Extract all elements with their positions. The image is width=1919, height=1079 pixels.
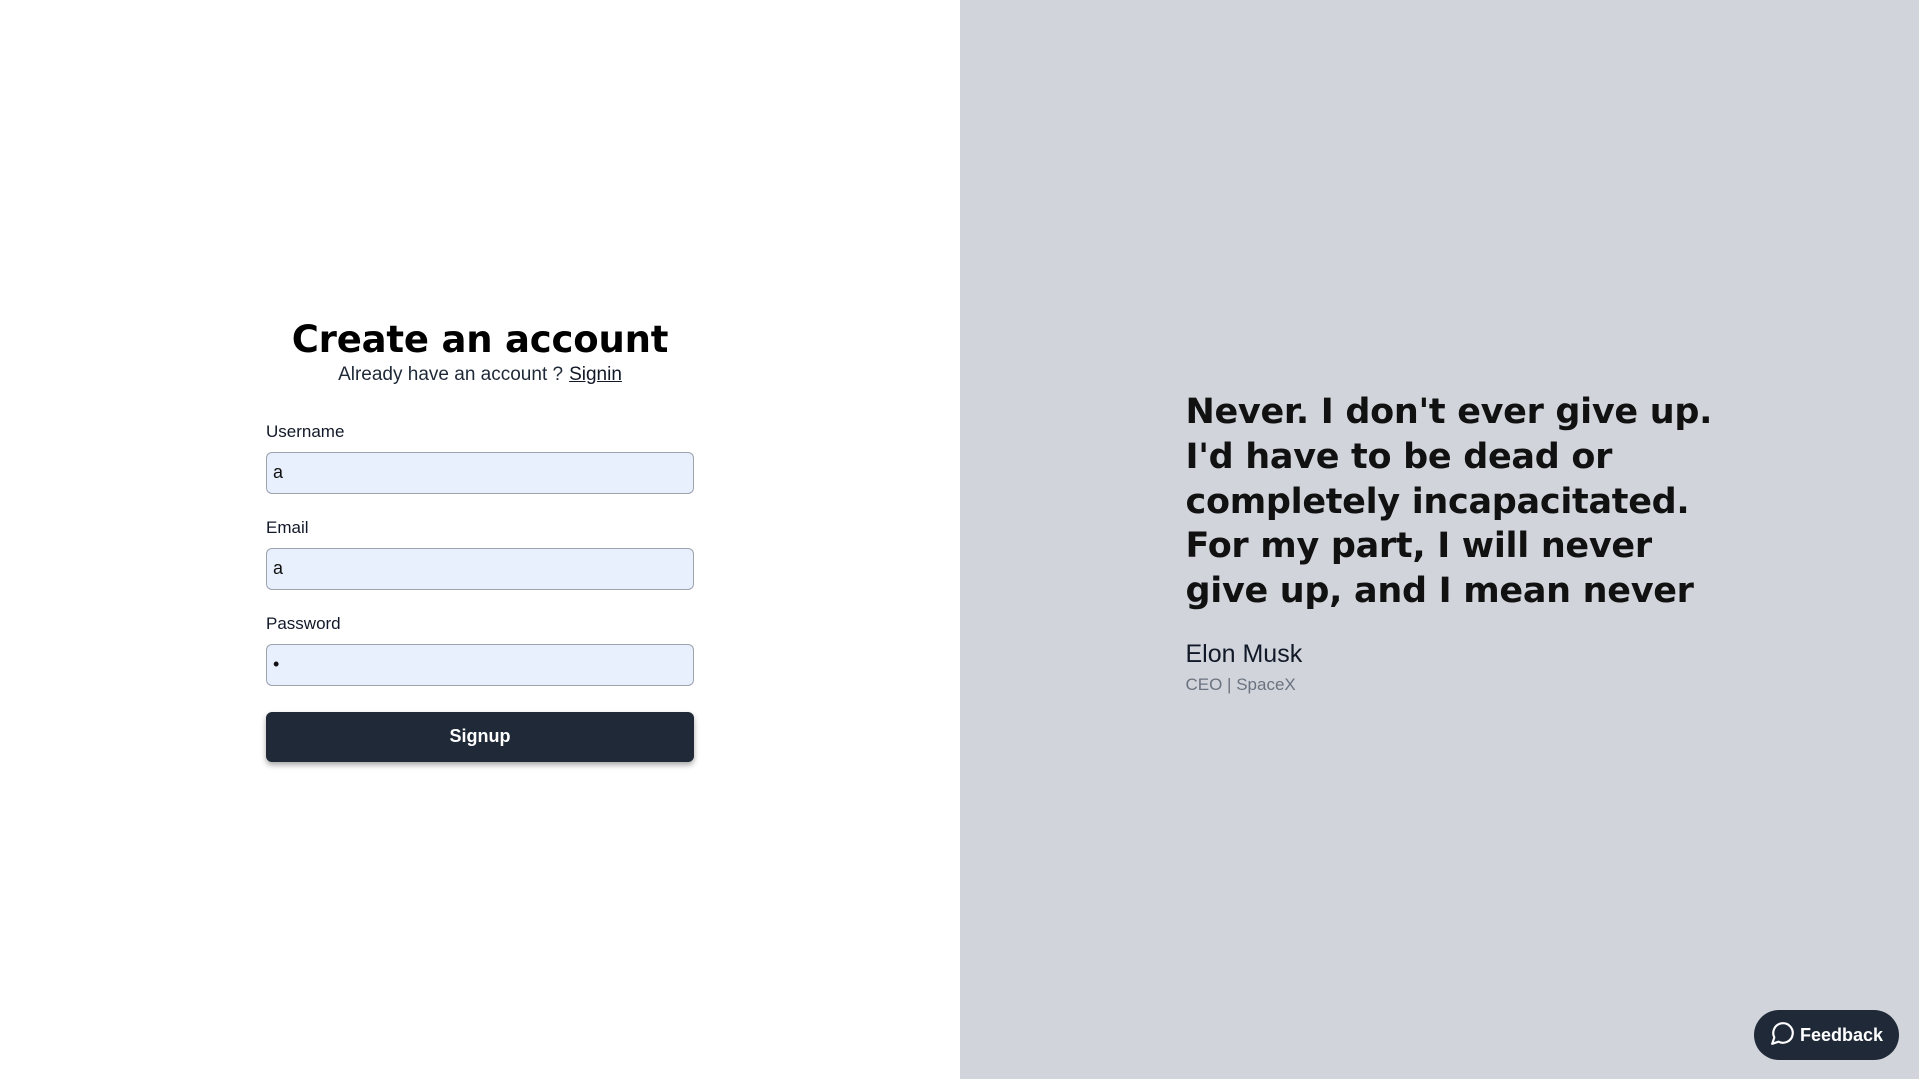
username-label: Username <box>266 421 345 441</box>
chat-bubble-icon <box>1770 1020 1796 1051</box>
password-field-group: Password <box>266 614 694 686</box>
testimonial-panel: Never. I don't ever give up. I'd have to… <box>960 0 1919 1079</box>
email-input[interactable] <box>266 547 694 590</box>
password-label: Password <box>266 613 341 633</box>
testimonial-quote: Never. I don't ever give up. I'd have to… <box>1185 392 1713 612</box>
email-label: Email <box>266 517 309 537</box>
username-input[interactable] <box>266 451 694 494</box>
signin-prompt: Already have an account ? Signin <box>266 364 694 386</box>
testimonial-role: CEO | SpaceX <box>1185 674 1296 694</box>
email-field-group: Email <box>266 518 694 590</box>
form-header: Create an account Already have an accoun… <box>266 319 694 386</box>
feedback-label: Feedback <box>1799 1024 1884 1045</box>
signup-button[interactable]: Signup <box>266 711 694 762</box>
page: Create an account Already have an accoun… <box>0 0 1919 1079</box>
signin-link[interactable]: Signin <box>569 364 622 385</box>
feedback-button[interactable]: Feedback <box>1754 1010 1899 1060</box>
username-field-group: Username <box>266 422 694 494</box>
page-title: Create an account <box>291 318 669 362</box>
testimonial-author: Elon Musk <box>1185 639 1303 668</box>
signin-prompt-text: Already have an account ? <box>338 363 564 385</box>
password-input[interactable] <box>266 643 694 686</box>
signup-panel: Create an account Already have an accoun… <box>0 0 960 1079</box>
signup-form: Create an account Already have an accoun… <box>266 319 694 762</box>
testimonial: Never. I don't ever give up. I'd have to… <box>1186 390 1746 695</box>
